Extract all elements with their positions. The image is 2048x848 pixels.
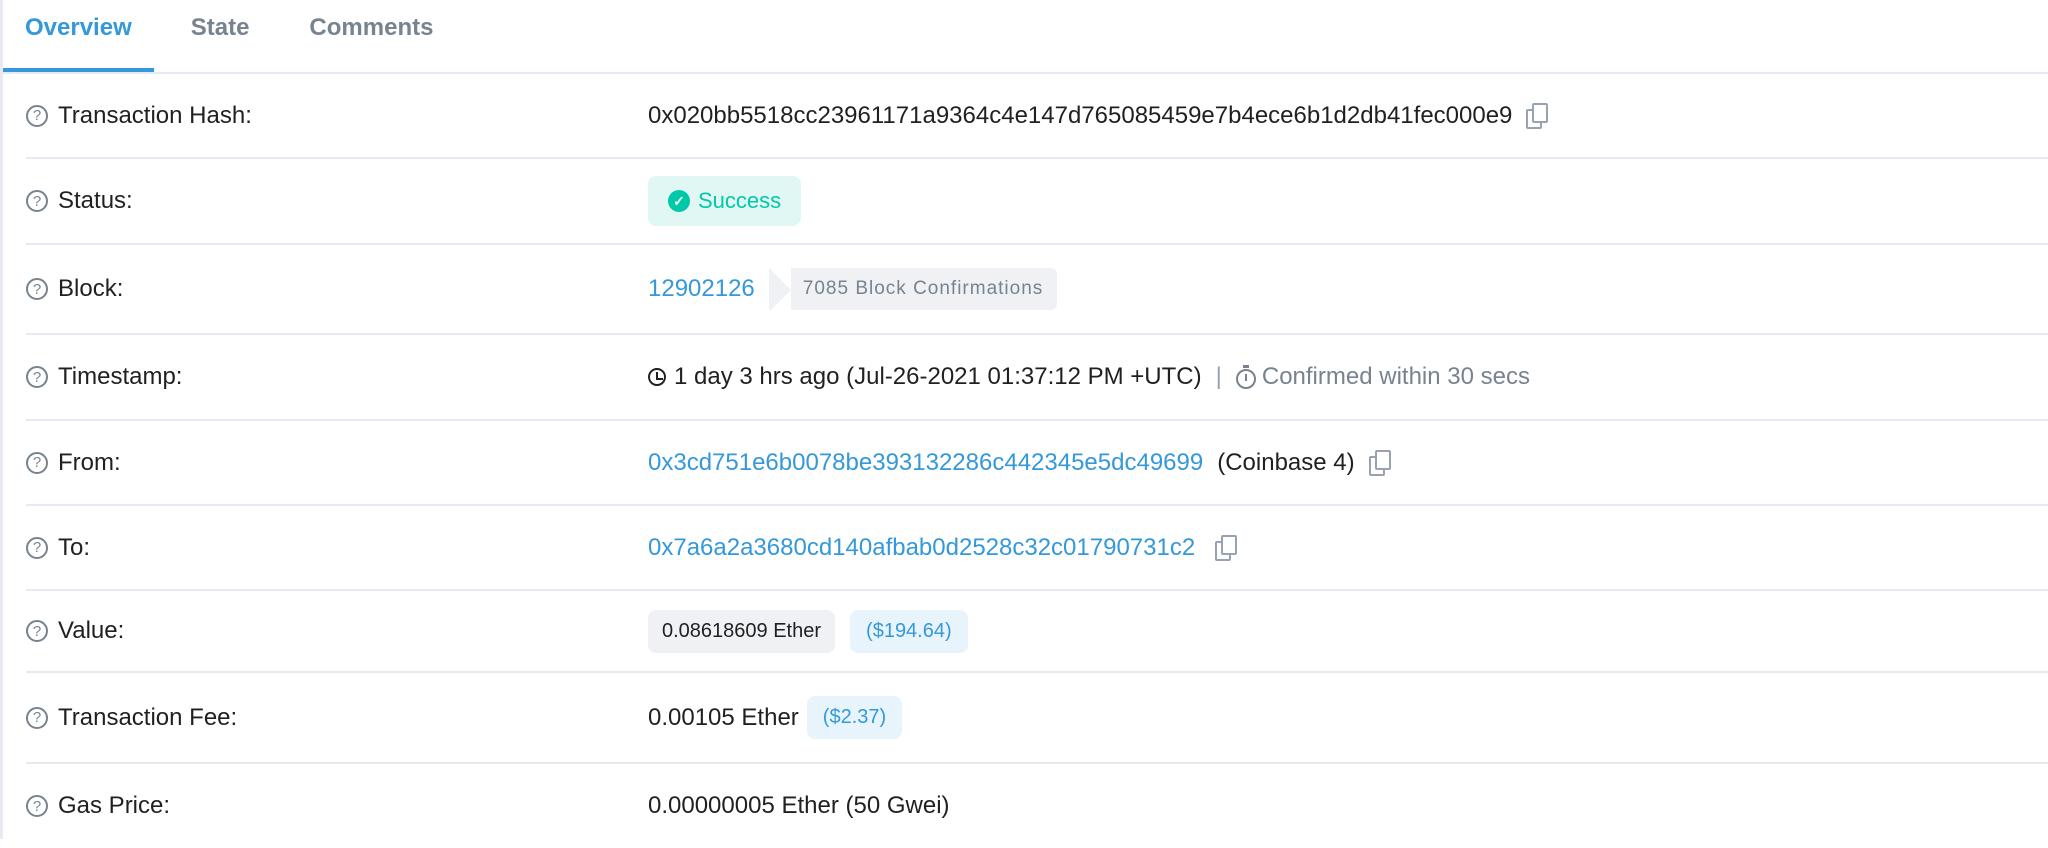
label-transaction-hash: ? Transaction Hash: [26,102,648,130]
tab-bar: Overview State Comments [3,0,2048,74]
value-value: 0.08618609 Ether ($194.64) [648,609,968,653]
check-circle-icon: ✓ [668,190,690,212]
row-status: ? Status: ✓ Success [26,159,2048,245]
help-icon[interactable]: ? [26,278,48,300]
row-timestamp: ? Timestamp: 1 day 3 hrs ago (Jul-26-202… [26,335,2048,421]
label-from: ? From: [26,449,648,477]
from-name-tag: (Coinbase 4) [1217,448,1355,476]
from-address-link[interactable]: 0x3cd751e6b0078be393132286c442345e5dc496… [648,449,1203,477]
to-address-link[interactable]: 0x7a6a2a3680cd140afbab0d2528c32c01790731… [648,534,1195,562]
separator: | [1215,363,1222,390]
status-badge: ✓ Success [648,176,802,226]
left-border [0,0,3,839]
row-gas-price: ? Gas Price: 0.00000005 Ether (50 Gwei) [26,764,2048,848]
tab-comments[interactable]: Comments [309,0,433,70]
label-transaction-fee: ? Transaction Fee: [26,704,648,732]
help-icon[interactable]: ? [26,190,48,212]
transaction-hash: 0x020bb5518cc23961171a9364c4e147d7650854… [648,101,1513,129]
gas-price-text: 0.00000005 Ether (50 Gwei) [648,792,950,819]
value-gas-price: 0.00000005 Ether (50 Gwei) [648,792,950,820]
tab-overview[interactable]: Overview [3,0,154,72]
transaction-details: ? Transaction Hash: 0x020bb5518cc2396117… [26,74,2048,848]
label-text: Transaction Hash: [58,101,252,129]
label-text: Transaction Fee: [58,703,238,731]
confirmed-within-text: Confirmed within 30 secs [1261,363,1530,390]
copy-icon[interactable] [1215,534,1238,561]
help-icon[interactable]: ? [26,451,48,474]
value-transaction-hash: 0x020bb5518cc23961171a9364c4e147d7650854… [648,101,1549,130]
help-icon[interactable]: ? [26,366,48,388]
value-timestamp: 1 day 3 hrs ago (Jul-26-2021 01:37:12 PM… [648,363,1530,391]
tab-state[interactable]: State [191,0,250,70]
usd-value-badge: ($194.64) [850,609,968,653]
label-block: ? Block: [26,275,648,303]
label-to: ? To: [26,534,648,562]
row-to: ? To: 0x7a6a2a3680cd140afbab0d2528c32c01… [26,506,2048,591]
label-text: Gas Price: [58,792,171,819]
label-text: To: [58,533,91,561]
block-confirmations-badge: 7085 Block Confirmations [768,268,1058,312]
ether-value-badge: 0.08618609 Ether [648,609,836,653]
help-icon[interactable]: ? [26,706,48,729]
label-status: ? Status: [26,187,648,215]
help-icon[interactable]: ? [26,104,48,127]
block-number-link[interactable]: 12902126 [648,275,755,303]
value-transaction-fee: 0.00105 Ether ($2.37) [648,696,903,739]
copy-icon[interactable] [1526,102,1549,129]
label-text: Timestamp: [58,363,183,390]
stopwatch-icon [1235,365,1256,389]
help-icon[interactable]: ? [26,620,48,642]
label-timestamp: ? Timestamp: [26,363,648,391]
label-text: Value: [58,617,125,644]
value-from: 0x3cd751e6b0078be393132286c442345e5dc496… [648,449,1391,477]
status-text: Success [698,188,782,213]
label-text: Status: [58,187,133,214]
timestamp-text: 1 day 3 hrs ago (Jul-26-2021 01:37:12 PM… [674,363,1202,390]
label-text: Block: [58,275,124,302]
help-icon[interactable]: ? [26,795,48,817]
copy-icon[interactable] [1368,449,1391,476]
fee-usd-badge: ($2.37) [806,696,903,739]
value-block: 12902126 7085 Block Confirmations [648,268,1058,312]
label-gas-price: ? Gas Price: [26,792,648,820]
fee-ether: 0.00105 Ether [648,703,799,731]
row-transaction-fee: ? Transaction Fee: 0.00105 Ether ($2.37) [26,673,2048,764]
label-value: ? Value: [26,617,648,645]
value-to: 0x7a6a2a3680cd140afbab0d2528c32c01790731… [648,534,1238,562]
row-transaction-hash: ? Transaction Hash: 0x020bb5518cc2396117… [26,74,2048,159]
help-icon[interactable]: ? [26,536,48,559]
value-status: ✓ Success [648,176,802,226]
row-from: ? From: 0x3cd751e6b0078be393132286c44234… [26,421,2048,506]
row-value: ? Value: 0.08618609 Ether ($194.64) [26,591,2048,673]
row-block: ? Block: 12902126 7085 Block Confirmatio… [26,245,2048,335]
label-text: From: [58,448,121,476]
clock-icon [648,368,666,386]
